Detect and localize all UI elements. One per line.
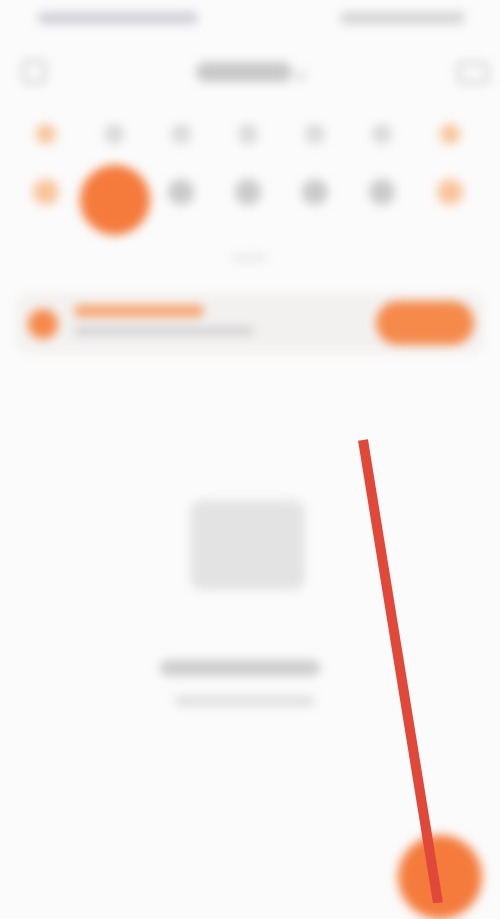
date-cell[interactable] (33, 179, 59, 205)
blurred-app-screen (0, 0, 500, 919)
weekday-label (238, 124, 258, 144)
empty-illustration-icon (190, 500, 305, 590)
banner-action-button[interactable] (376, 301, 474, 345)
banner-subtitle (74, 327, 254, 335)
add-button[interactable] (398, 835, 482, 919)
date-cell-selected[interactable] (80, 165, 150, 235)
menu-icon[interactable] (457, 62, 489, 84)
status-bar (0, 0, 500, 40)
banner-title (74, 305, 204, 317)
notice-icon (28, 309, 58, 339)
weekday-label (104, 124, 124, 144)
weekday-header-row (0, 120, 500, 150)
empty-state-subtitle (175, 696, 315, 706)
empty-state (120, 500, 380, 730)
date-cell[interactable] (168, 179, 194, 205)
empty-state-title (160, 660, 320, 676)
chevron-down-icon[interactable] (293, 65, 309, 81)
month-title[interactable] (196, 62, 292, 82)
weekday-label (372, 124, 392, 144)
top-header (0, 50, 500, 100)
date-cell[interactable] (235, 179, 261, 205)
promo-banner[interactable] (16, 293, 484, 353)
weekday-label (440, 124, 460, 144)
weekday-label (36, 124, 56, 144)
date-cell[interactable] (302, 179, 328, 205)
date-row (0, 165, 500, 235)
calendar-expand-handle[interactable] (232, 255, 266, 261)
weekday-label (171, 124, 191, 144)
status-bar-left-info (38, 12, 198, 24)
date-cell[interactable] (369, 179, 395, 205)
back-icon[interactable] (22, 60, 46, 84)
status-bar-right-indicators (340, 12, 465, 24)
date-cell[interactable] (437, 179, 463, 205)
weekday-label (305, 124, 325, 144)
